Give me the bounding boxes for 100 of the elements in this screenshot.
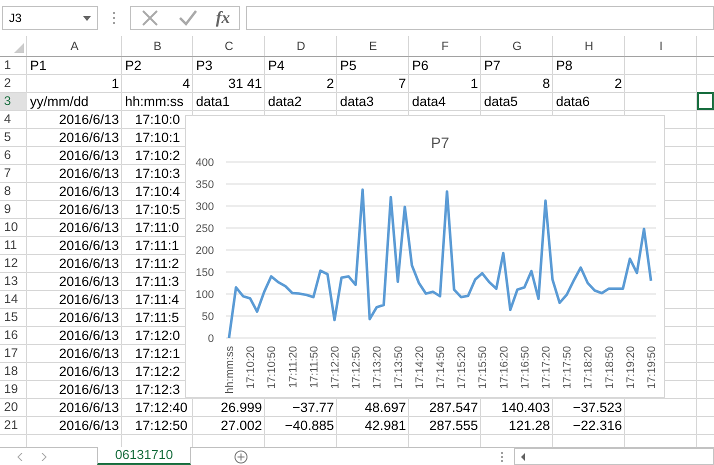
row-header[interactable]: 7 xyxy=(0,165,27,182)
column-header[interactable]: I xyxy=(625,36,697,56)
check-icon[interactable] xyxy=(178,8,198,28)
table-cell-text: data2 xyxy=(267,93,303,110)
x-axis-label: 17:18:50 xyxy=(604,346,616,389)
row-header[interactable]: 18 xyxy=(0,363,27,380)
horizontal-scrollbar[interactable] xyxy=(514,448,714,465)
x-axis-label: 17:14:20 xyxy=(414,346,426,389)
y-axis-label: 300 xyxy=(196,201,214,213)
x-axis-label: 17:17:50 xyxy=(562,346,574,389)
x-axis-label: 17:12:20 xyxy=(330,346,342,389)
table-cell-text: 287.547 xyxy=(428,399,479,416)
table-cell-text: 2016/6/13 xyxy=(58,399,120,416)
table-cell-text: P1 xyxy=(29,57,48,74)
table-cell-text: 2016/6/13 xyxy=(58,291,120,308)
row-header[interactable]: 16 xyxy=(0,327,27,344)
row-header[interactable]: 21 xyxy=(0,417,27,434)
table-cell-text: 2016/6/13 xyxy=(58,183,120,200)
table-cell-text: 17:10:5 xyxy=(134,201,182,218)
table-cell-text: 2016/6/13 xyxy=(58,309,120,326)
table-cell-text: 17:12:50 xyxy=(134,417,189,434)
column-header[interactable]: F xyxy=(409,36,481,56)
table-cell-text: data5 xyxy=(483,93,519,110)
row-header[interactable]: 15 xyxy=(0,309,27,326)
row-header[interactable]: 9 xyxy=(0,201,27,218)
table-cell-text: P5 xyxy=(339,57,358,74)
table-cell-text: yy/mm/dd xyxy=(29,93,90,110)
table-cell-text: 17:11:0 xyxy=(134,219,180,236)
row-header[interactable]: 11 xyxy=(0,237,27,254)
table-cell-text: 17:12:3 xyxy=(134,381,182,398)
table-cell-text: 2016/6/13 xyxy=(58,345,120,362)
table-cell-text: 2016/6/13 xyxy=(58,201,120,218)
x-axis-label: 17:15:50 xyxy=(477,346,490,389)
y-axis-label: 0 xyxy=(208,333,214,345)
row-header[interactable]: 8 xyxy=(0,183,27,200)
row-header[interactable]: 3 xyxy=(0,93,27,110)
scroll-right-icon[interactable] xyxy=(40,452,48,460)
scroll-left-icon[interactable] xyxy=(519,452,527,460)
row-header[interactable]: 12 xyxy=(0,255,27,272)
x-axis-label: 17:11:50 xyxy=(308,346,320,388)
table-cell-text: 7 xyxy=(397,75,407,92)
column-header[interactable]: G xyxy=(481,36,553,56)
y-axis-label: 400 xyxy=(196,157,214,169)
sheet-tab[interactable]: 06131710 xyxy=(97,447,191,465)
row-header[interactable]: 14 xyxy=(0,291,27,308)
row-header[interactable]: 19 xyxy=(0,381,27,398)
row-header[interactable]: 20 xyxy=(0,399,27,416)
table-cell-text: 2016/6/13 xyxy=(58,237,120,254)
row-header[interactable]: 10 xyxy=(0,219,27,236)
x-axis-label: 17:14:50 xyxy=(435,346,447,389)
x-axis-label: 17:13:50 xyxy=(392,346,405,389)
column-header[interactable]: E xyxy=(337,36,409,56)
y-axis-label: 100 xyxy=(196,289,214,301)
table-cell-text: 2016/6/13 xyxy=(58,327,120,344)
dots-icon xyxy=(112,11,116,25)
name-box[interactable]: J3 xyxy=(2,6,98,30)
row-header[interactable]: 2 xyxy=(0,75,27,92)
row-header[interactable]: 17 xyxy=(0,345,27,362)
formula-input[interactable] xyxy=(246,6,714,30)
caret-icon xyxy=(83,16,91,20)
table-cell-text: 17:10:0 xyxy=(134,111,182,128)
x-axis-label: 17:16:20 xyxy=(498,346,510,389)
row-header[interactable]: 4 xyxy=(0,111,27,128)
table-cell-text: 17:12:2 xyxy=(134,363,182,380)
table-cell-text: 2016/6/13 xyxy=(58,165,120,182)
row-header[interactable]: 1 xyxy=(0,57,27,74)
column-header[interactable]: H xyxy=(553,36,625,56)
table-cell-text: 2016/6/13 xyxy=(58,219,120,236)
table-cell-text: 2016/6/13 xyxy=(58,255,120,272)
table-cell-text: 121.28 xyxy=(508,417,551,434)
row-header[interactable]: 6 xyxy=(0,147,27,164)
table-cell-text: −37.77 xyxy=(291,399,335,416)
table-cell-text: 2016/6/13 xyxy=(58,129,120,146)
column-header[interactable]: C xyxy=(193,36,265,56)
select-all-icon[interactable] xyxy=(14,43,24,53)
table-cell-text: 2016/6/13 xyxy=(58,147,120,164)
table-cell-text: 2 xyxy=(325,75,335,92)
row-header[interactable]: 13 xyxy=(0,273,27,290)
column-header[interactable]: D xyxy=(265,36,337,56)
add-sheet-icon[interactable] xyxy=(234,450,248,464)
x-axis-label: 17:10:20 xyxy=(245,346,258,389)
table-cell-text: −22.316 xyxy=(572,417,623,434)
cancel-icon[interactable] xyxy=(140,8,160,28)
x-axis-label: 17:18:20 xyxy=(582,346,595,389)
table-cell-text: 42.981 xyxy=(364,417,407,434)
table-cell-text: P2 xyxy=(124,57,143,74)
chart-title: P7 xyxy=(430,135,450,152)
column-header[interactable]: A xyxy=(27,36,122,56)
table-cell-text: −37.523 xyxy=(572,399,623,416)
insert-function-button[interactable]: fx xyxy=(216,8,230,28)
table-cell-text: 48.697 xyxy=(364,399,407,416)
table-cell-text: data1 xyxy=(195,93,231,110)
table-cell-text: 31 41 xyxy=(227,75,263,92)
row-header[interactable]: 5 xyxy=(0,129,27,146)
table-cell-text: 17:12:0 xyxy=(134,327,182,344)
table-cell-text: data6 xyxy=(555,93,591,110)
table-cell-text: 287.555 xyxy=(428,417,479,434)
table-cell-text: 2016/6/13 xyxy=(58,363,120,380)
column-header[interactable]: B xyxy=(122,36,193,56)
table-cell-text: 17:10:3 xyxy=(134,165,182,182)
